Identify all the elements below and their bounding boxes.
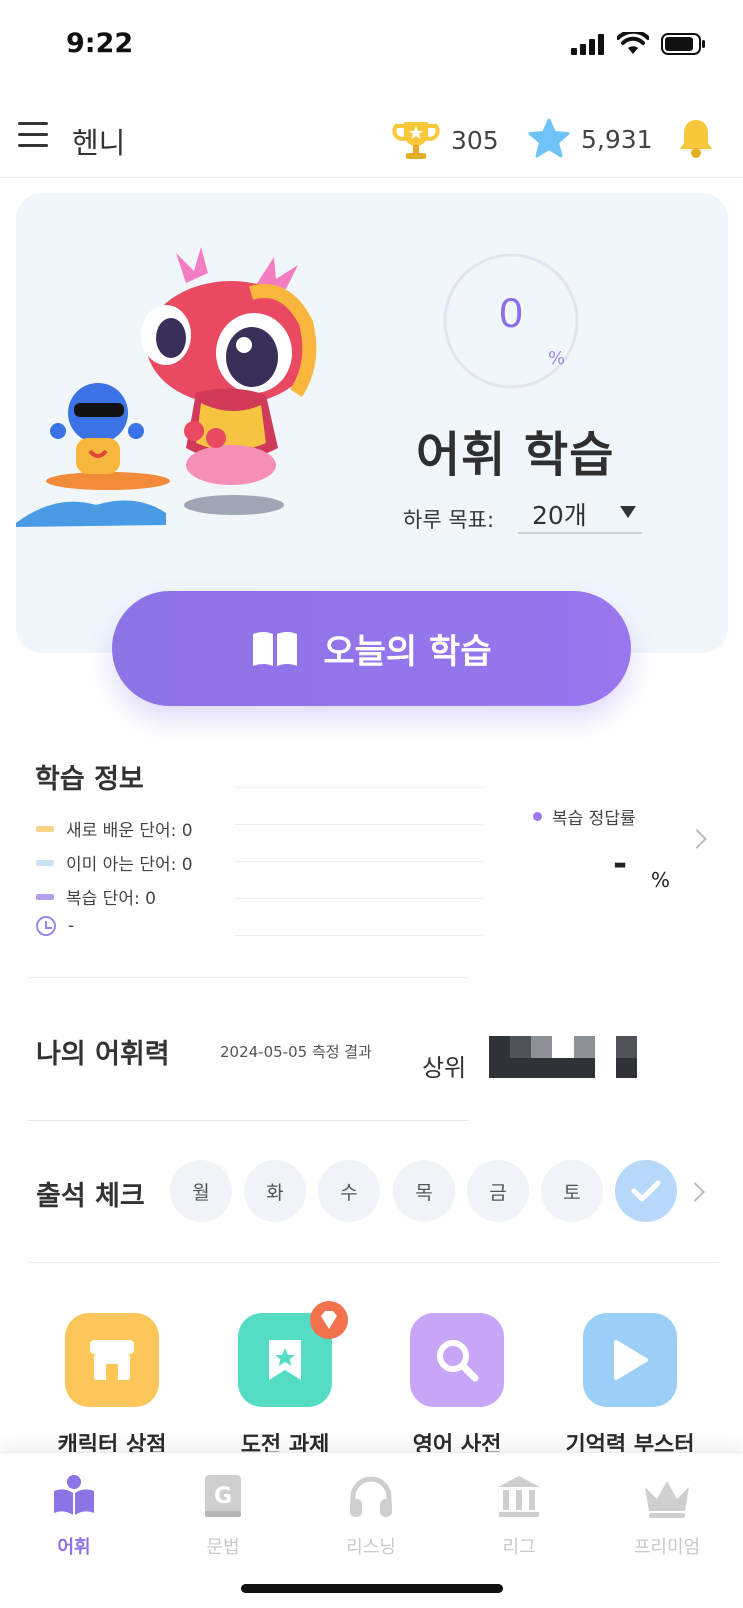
status-icons — [571, 32, 707, 56]
legend-review-words: 복습 단어: 0 — [36, 884, 156, 909]
vocabulary-icon — [14, 1471, 134, 1521]
hero-card: 0 % 어휘 학습 하루 목표: 20개 — [16, 193, 728, 653]
day-wednesday[interactable]: 수 — [318, 1160, 380, 1222]
start-today-button[interactable]: 오늘의 학습 — [112, 591, 631, 706]
cellular-signal-icon — [571, 34, 604, 55]
clock-icon — [36, 916, 56, 936]
headphones-icon — [311, 1471, 431, 1521]
trophy-count: 305 — [451, 125, 499, 155]
menu-button[interactable] — [18, 122, 50, 154]
divider — [28, 977, 468, 978]
legend-label: 새로 배운 단어: 0 — [66, 821, 193, 841]
vocab-power-date: 2024-05-05 측정 결과 — [220, 1043, 372, 1061]
study-time-value: - — [68, 916, 75, 936]
svg-text:G: G — [214, 1484, 232, 1509]
nav-grammar[interactable]: G 문법 — [163, 1471, 283, 1559]
day-monday[interactable]: 월 — [170, 1160, 232, 1222]
progress-unit: % — [548, 348, 566, 369]
attendance-title: 출석 체크 — [36, 1181, 145, 1212]
nav-vocabulary[interactable]: 어휘 — [14, 1471, 134, 1559]
legend-swatch — [36, 893, 54, 900]
character-shop-button[interactable]: 캐릭터 상점 — [32, 1313, 192, 1459]
nav-label: 리그 — [502, 1537, 536, 1558]
legend-known-words: 이미 아는 단어: 0 — [36, 850, 193, 875]
battery-icon — [661, 33, 705, 55]
daily-goal-select[interactable]: 20개 — [518, 490, 642, 534]
nav-listening[interactable]: 리스닝 — [311, 1471, 431, 1559]
caret-down-icon — [620, 506, 636, 518]
shop-icon — [65, 1313, 159, 1407]
grammar-book-icon: G — [163, 1471, 283, 1521]
play-icon — [583, 1313, 677, 1407]
vocab-power-title: 나의 어휘력 — [36, 1039, 170, 1070]
progress-value: 0 — [499, 289, 523, 336]
hero-title: 어휘 학습 — [416, 427, 615, 483]
notifications-button[interactable] — [675, 116, 717, 164]
star-count: 5,931 — [581, 124, 653, 154]
mascot-illustration — [16, 247, 317, 527]
review-accuracy-label: 복습 정답률 — [552, 809, 636, 829]
status-time: 9:22 — [66, 28, 134, 59]
learning-chart-gridlines — [234, 787, 484, 937]
divider — [28, 1262, 718, 1263]
day-sunday-checked[interactable] — [615, 1160, 677, 1222]
trophy-icon — [392, 122, 440, 159]
learning-info-section[interactable]: 학습 정보 새로 배운 단어: 0 이미 아는 단어: 0 복습 단어: 0 -… — [28, 752, 718, 977]
learning-info-title: 학습 정보 — [35, 764, 144, 795]
trophy-stat[interactable]: 305 — [391, 118, 499, 162]
star-icon — [528, 118, 570, 158]
nav-label: 어휘 — [57, 1537, 91, 1558]
legend-new-words: 새로 배운 단어: 0 — [36, 816, 193, 841]
home-indicator — [241, 1584, 503, 1593]
app-header: 헨니 305 5,931 — [0, 100, 743, 178]
profile-name: 헨니 — [72, 126, 126, 160]
nav-premium[interactable]: 프리미엄 — [607, 1471, 727, 1559]
gem-badge-icon — [310, 1301, 348, 1339]
review-accuracy-legend: 복습 정답률 — [533, 804, 636, 829]
challenge-button[interactable]: 도전 과제 — [205, 1301, 365, 1459]
nav-label: 프리미엄 — [633, 1537, 701, 1558]
vocab-rank-label: 상위 — [422, 1054, 467, 1082]
legend-swatch — [36, 825, 54, 832]
divider — [28, 1120, 468, 1121]
nav-label: 문법 — [206, 1537, 240, 1558]
legend-label: 이미 아는 단어: 0 — [66, 855, 193, 875]
nav-label: 리스닝 — [346, 1537, 396, 1558]
menu-icon — [18, 122, 48, 125]
league-building-icon — [459, 1471, 579, 1521]
day-saturday[interactable]: 토 — [541, 1160, 603, 1222]
open-book-icon — [253, 631, 298, 666]
memory-booster-button[interactable]: 기억력 부스터 — [550, 1313, 710, 1459]
crown-icon — [607, 1471, 727, 1521]
chevron-right-icon[interactable] — [687, 829, 707, 849]
day-friday[interactable]: 금 — [467, 1160, 529, 1222]
review-dot — [533, 812, 542, 821]
wifi-icon — [617, 32, 649, 54]
review-accuracy-unit: % — [651, 868, 671, 892]
progress-ring: 0 % — [441, 251, 581, 391]
legend-swatch — [36, 859, 54, 866]
daily-goal-value: 20개 — [532, 501, 587, 530]
bell-icon — [680, 120, 712, 158]
start-today-label: 오늘의 학습 — [323, 632, 492, 672]
chevron-right-icon[interactable] — [685, 1182, 705, 1202]
legend-label: 복습 단어: 0 — [66, 889, 156, 909]
nav-league[interactable]: 리그 — [459, 1471, 579, 1559]
magnifier-icon — [410, 1313, 504, 1407]
english-dictionary-button[interactable]: 영어 사전 — [377, 1313, 537, 1459]
status-bar: 9:22 — [0, 0, 743, 96]
star-stat[interactable]: 5,931 — [527, 118, 653, 160]
daily-goal-label: 하루 목표: — [403, 508, 495, 532]
bookmark-star-icon — [238, 1301, 348, 1407]
review-accuracy-value: - — [613, 844, 628, 884]
day-tuesday[interactable]: 화 — [244, 1160, 306, 1222]
checkmark-icon — [631, 1180, 661, 1202]
study-time-row: - — [36, 916, 74, 936]
day-thursday[interactable]: 목 — [393, 1160, 455, 1222]
